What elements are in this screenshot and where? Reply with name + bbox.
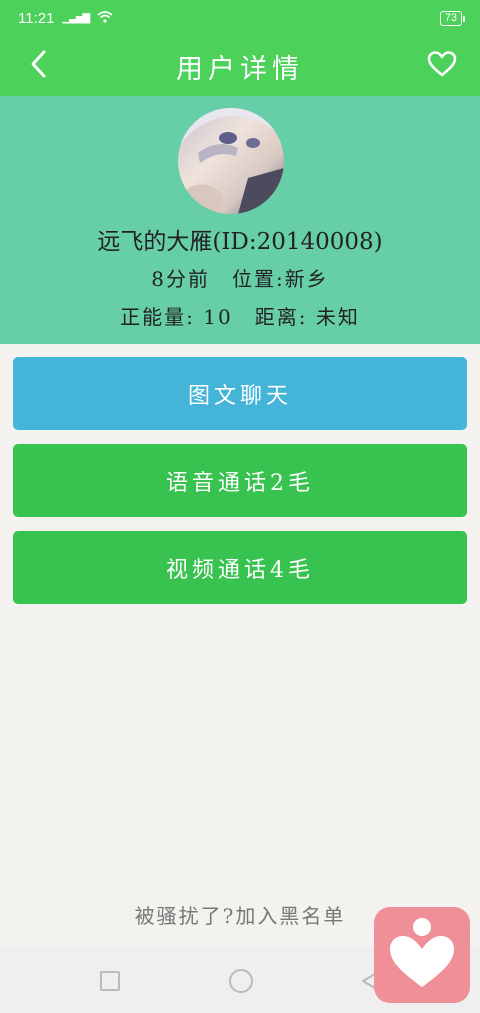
energy: 正能量: 10 [120, 305, 233, 329]
wifi-icon [97, 10, 113, 27]
favorite-button[interactable] [412, 36, 472, 96]
floating-heart-badge[interactable] [374, 907, 470, 1003]
back-button[interactable] [8, 36, 68, 96]
profile-line-3: 正能量: 10 距离: 未知 [0, 301, 480, 330]
home-icon[interactable] [229, 969, 253, 993]
avatar[interactable] [178, 108, 284, 214]
user-name: 远飞的大雁(ID:20140008) [97, 229, 383, 255]
signal-icon: ▁▃▅▇ [62, 12, 90, 24]
app-bar: 用户详情 [0, 36, 480, 96]
chat-button[interactable]: 图文聊天 [13, 357, 467, 430]
battery-icon: 73 [439, 10, 466, 26]
chevron-left-icon [28, 49, 48, 83]
person-heart-icon [386, 915, 458, 995]
video-call-button[interactable]: 视频通话4毛 [13, 531, 467, 604]
location: 位置:新乡 [231, 267, 329, 291]
last-seen: 8分前 [151, 267, 210, 291]
status-bar: 11:21 ▁▃▅▇ 73 [0, 0, 480, 36]
profile-panel: 远飞的大雁(ID:20140008) 8分前 位置:新乡 正能量: 10 距离: 未… [0, 96, 480, 344]
recents-icon[interactable] [100, 971, 120, 991]
profile-line-2: 8分前 位置:新乡 [0, 263, 480, 292]
voice-call-button[interactable]: 语音通话2毛 [13, 444, 467, 517]
clock: 11:21 [18, 9, 55, 27]
distance: 距离: 未知 [254, 305, 360, 329]
heart-outline-icon [427, 50, 457, 82]
page-title: 用户详情 [176, 53, 304, 85]
